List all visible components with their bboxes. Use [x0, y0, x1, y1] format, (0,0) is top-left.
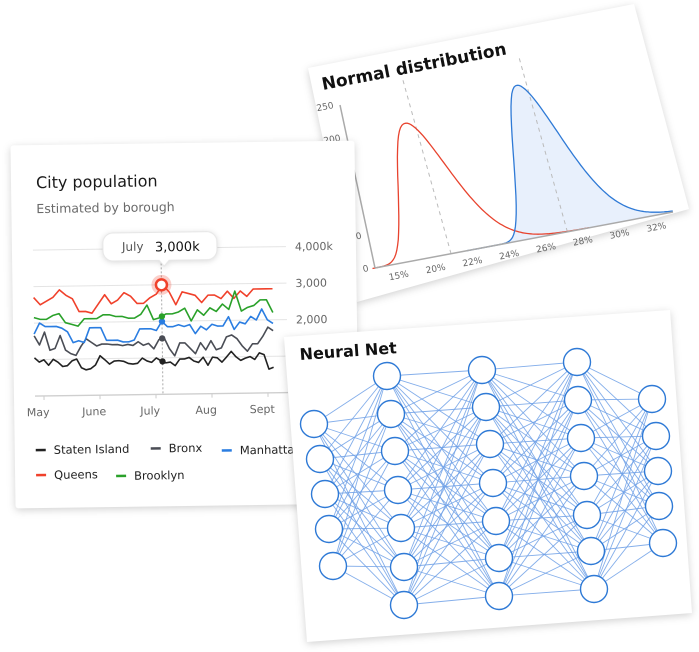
network-node-layer-5 [637, 384, 667, 414]
neural-net-card: Neural Net [284, 310, 692, 642]
x-tick-label: Aug [195, 404, 217, 417]
network-node-layer-4 [563, 385, 593, 415]
network-node-layer-2 [376, 399, 406, 429]
x-tick-label: June [81, 405, 106, 418]
network-node-layer-4 [579, 574, 609, 604]
x-tick-label: 32% [646, 221, 668, 235]
tooltip-value: 3,000k [155, 240, 200, 256]
network-node-layer-5 [641, 421, 671, 451]
x-tick-label: Sept [250, 403, 276, 416]
network-node-layer-3 [471, 392, 501, 422]
legend-label: Queens [54, 467, 98, 482]
queens-hover-marker [154, 278, 169, 292]
network-node-layer-3 [484, 581, 514, 611]
network-node-layer-1 [305, 444, 335, 474]
network-node-layer-3 [484, 543, 514, 573]
network-node-layer-1 [314, 514, 344, 544]
network-node-layer-2 [380, 436, 410, 466]
normal-distribution-card: 15%20%22%24%26%28%30%32% 050200250 Norma… [308, 4, 689, 302]
network-node-layer-3 [475, 429, 505, 459]
y-tick-label: 2,000 [296, 313, 328, 326]
network-node-layer-4 [562, 347, 592, 377]
network-node-layer-1 [299, 409, 329, 439]
network-node-layer-4 [572, 500, 602, 530]
network-node-layer-2 [383, 475, 413, 505]
network-node-layer-2 [372, 361, 402, 391]
network-node-layer-3 [467, 355, 497, 385]
network-node-layer-2 [389, 590, 419, 620]
collage-canvas: 15%20%22%24%26%28%30%32% 050200250 Norma… [10, 4, 692, 642]
city-population-title: City population [36, 171, 158, 192]
network-node-layer-4 [566, 423, 596, 453]
legend-label: Staten Island [54, 442, 130, 457]
network-node-layer-5 [644, 491, 674, 521]
network-node-layer-2 [389, 552, 419, 582]
legend-label: Bronx [169, 441, 203, 455]
network-node-layer-3 [478, 468, 508, 498]
network-node-layer-1 [318, 551, 348, 581]
legend-label: Brooklyn [134, 468, 185, 483]
network-node-layer-5 [643, 456, 673, 486]
y-tick-label: 3,000 [295, 277, 327, 290]
x-tick-label: July [139, 404, 160, 417]
network-node-layer-4 [576, 536, 606, 566]
network-node-layer-4 [569, 461, 599, 491]
network-node-layer-2 [386, 513, 416, 543]
network-node-layer-1 [310, 479, 340, 509]
network-node-layer-5 [648, 528, 678, 558]
legend-label: Manhatta [240, 442, 295, 457]
x-tick-label: May [27, 406, 50, 419]
network-node-layer-3 [481, 506, 511, 536]
tooltip-month: July [121, 240, 144, 254]
y-tick-label: 4,000k [295, 240, 334, 254]
city-population-subtitle: Estimated by borough [36, 199, 175, 216]
